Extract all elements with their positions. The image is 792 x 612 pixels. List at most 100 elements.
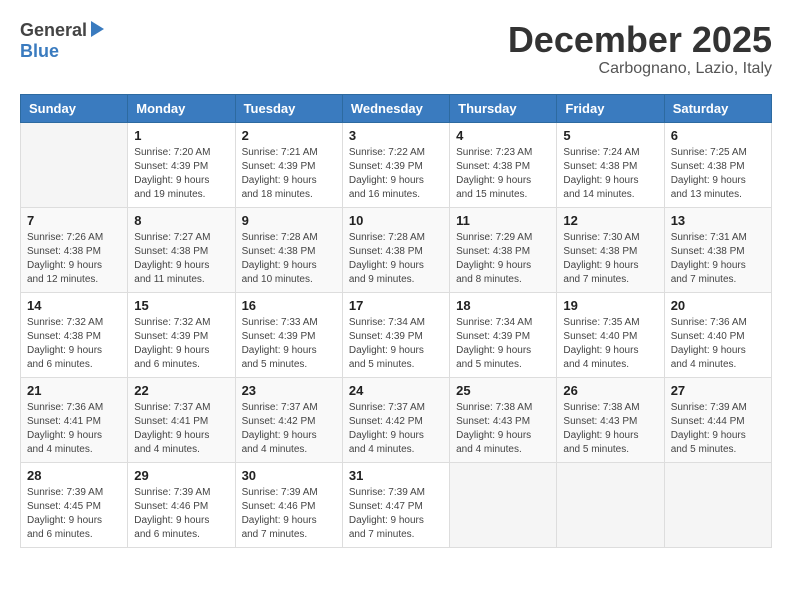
day-number: 10 bbox=[349, 213, 443, 228]
calendar-cell: 28 Sunrise: 7:39 AM Sunset: 4:45 PM Dayli… bbox=[21, 462, 128, 547]
col-friday: Friday bbox=[557, 94, 664, 122]
calendar-cell: 15Sunrise: 7:32 AM Sunset: 4:39 PM Dayli… bbox=[128, 292, 235, 377]
day-number: 30 bbox=[242, 468, 336, 483]
calendar-cell: 31 Sunrise: 7:39 AM Sunset: 4:47 PM Dayli… bbox=[342, 462, 449, 547]
day-number: 16 bbox=[242, 298, 336, 313]
day-info: Sunrise: 7:35 AM Sunset: 4:40 PM Dayligh… bbox=[563, 316, 657, 372]
calendar-cell bbox=[557, 462, 664, 547]
day-number: 15 bbox=[134, 298, 228, 313]
month-title: December 2025 bbox=[508, 20, 772, 60]
calendar-cell: 14 Sunrise: 7:32 AM Sunset: 4:38 PM Dayli… bbox=[21, 292, 128, 377]
day-info: Sunrise: 7:37 AM Sunset: 4:41 PM Dayligh… bbox=[134, 401, 228, 457]
day-number: 23 bbox=[242, 383, 336, 398]
day-info: Sunrise: 7:33 AM Sunset: 4:39 PM Dayligh… bbox=[242, 316, 336, 372]
calendar-cell bbox=[664, 462, 771, 547]
day-info: Sunrise: 7:28 AM Sunset: 4:38 PM Dayligh… bbox=[242, 231, 336, 287]
day-number: 28 bbox=[27, 468, 121, 483]
col-thursday: Thursday bbox=[450, 94, 557, 122]
day-number: 1 bbox=[134, 128, 228, 143]
calendar-cell: 16 Sunrise: 7:33 AM Sunset: 4:39 PM Dayli… bbox=[235, 292, 342, 377]
logo-general-text: General bbox=[20, 20, 87, 41]
day-info: Sunrise: 7:22 AM Sunset: 4:39 PM Dayligh… bbox=[349, 146, 443, 202]
calendar-cell: 20 Sunrise: 7:36 AM Sunset: 4:40 PM Dayli… bbox=[664, 292, 771, 377]
day-info: Sunrise: 7:32 AM Sunset: 4:38 PM Dayligh… bbox=[27, 316, 121, 372]
calendar-cell: 2 Sunrise: 7:21 AM Sunset: 4:39 PM Daylig… bbox=[235, 122, 342, 207]
day-number: 27 bbox=[671, 383, 765, 398]
day-info: Sunrise: 7:21 AM Sunset: 4:39 PM Dayligh… bbox=[242, 146, 336, 202]
day-info: Sunrise: 7:25 AM Sunset: 4:38 PM Dayligh… bbox=[671, 146, 765, 202]
calendar-cell: 3 Sunrise: 7:22 AM Sunset: 4:39 PM Daylig… bbox=[342, 122, 449, 207]
calendar-cell: 10 Sunrise: 7:28 AM Sunset: 4:38 PM Dayli… bbox=[342, 207, 449, 292]
day-number: 18 bbox=[456, 298, 550, 313]
day-number: 11 bbox=[456, 213, 550, 228]
calendar-cell: 23Sunrise: 7:37 AM Sunset: 4:42 PM Dayli… bbox=[235, 377, 342, 462]
col-tuesday: Tuesday bbox=[235, 94, 342, 122]
day-info: Sunrise: 7:31 AM Sunset: 4:38 PM Dayligh… bbox=[671, 231, 765, 287]
day-number: 20 bbox=[671, 298, 765, 313]
logo-blue-text: Blue bbox=[20, 41, 104, 62]
calendar-header-row: Sunday Monday Tuesday Wednesday Thursday… bbox=[21, 94, 772, 122]
calendar-cell: 12Sunrise: 7:30 AM Sunset: 4:38 PM Dayli… bbox=[557, 207, 664, 292]
day-info: Sunrise: 7:20 AM Sunset: 4:39 PM Dayligh… bbox=[134, 146, 228, 202]
day-info: Sunrise: 7:28 AM Sunset: 4:38 PM Dayligh… bbox=[349, 231, 443, 287]
day-info: Sunrise: 7:29 AM Sunset: 4:38 PM Dayligh… bbox=[456, 231, 550, 287]
day-info: Sunrise: 7:34 AM Sunset: 4:39 PM Dayligh… bbox=[349, 316, 443, 372]
calendar-cell: 26 Sunrise: 7:38 AM Sunset: 4:43 PM Dayli… bbox=[557, 377, 664, 462]
calendar-cell: 11 Sunrise: 7:29 AM Sunset: 4:38 PM Dayli… bbox=[450, 207, 557, 292]
day-number: 19 bbox=[563, 298, 657, 313]
title-section: December 2025 Carbognano, Lazio, Italy bbox=[508, 20, 772, 78]
day-number: 6 bbox=[671, 128, 765, 143]
calendar-cell: 19 Sunrise: 7:35 AM Sunset: 4:40 PM Dayli… bbox=[557, 292, 664, 377]
day-info: Sunrise: 7:39 AM Sunset: 4:46 PM Dayligh… bbox=[134, 486, 228, 542]
day-info: Sunrise: 7:23 AM Sunset: 4:38 PM Dayligh… bbox=[456, 146, 550, 202]
calendar-cell: 18 Sunrise: 7:34 AM Sunset: 4:39 PM Dayli… bbox=[450, 292, 557, 377]
calendar-cell bbox=[21, 122, 128, 207]
calendar-cell: 29 Sunrise: 7:39 AM Sunset: 4:46 PM Dayli… bbox=[128, 462, 235, 547]
day-info: Sunrise: 7:34 AM Sunset: 4:39 PM Dayligh… bbox=[456, 316, 550, 372]
day-info: Sunrise: 7:39 AM Sunset: 4:47 PM Dayligh… bbox=[349, 486, 443, 542]
calendar-cell: 27 Sunrise: 7:39 AM Sunset: 4:44 PM Dayli… bbox=[664, 377, 771, 462]
calendar-cell bbox=[450, 462, 557, 547]
day-number: 4 bbox=[456, 128, 550, 143]
day-number: 9 bbox=[242, 213, 336, 228]
calendar-cell: 13 Sunrise: 7:31 AM Sunset: 4:38 PM Dayli… bbox=[664, 207, 771, 292]
day-number: 29 bbox=[134, 468, 228, 483]
day-info: Sunrise: 7:38 AM Sunset: 4:43 PM Dayligh… bbox=[456, 401, 550, 457]
calendar-cell: 22 Sunrise: 7:37 AM Sunset: 4:41 PM Dayli… bbox=[128, 377, 235, 462]
calendar-cell: 25Sunrise: 7:38 AM Sunset: 4:43 PM Dayli… bbox=[450, 377, 557, 462]
day-number: 2 bbox=[242, 128, 336, 143]
day-number: 22 bbox=[134, 383, 228, 398]
calendar-cell: 17Sunrise: 7:34 AM Sunset: 4:39 PM Dayli… bbox=[342, 292, 449, 377]
day-info: Sunrise: 7:37 AM Sunset: 4:42 PM Dayligh… bbox=[349, 401, 443, 457]
calendar-cell: 1 Sunrise: 7:20 AM Sunset: 4:39 PM Daylig… bbox=[128, 122, 235, 207]
day-info: Sunrise: 7:24 AM Sunset: 4:38 PM Dayligh… bbox=[563, 146, 657, 202]
calendar-cell: 6 Sunrise: 7:25 AM Sunset: 4:38 PM Daylig… bbox=[664, 122, 771, 207]
day-number: 8 bbox=[134, 213, 228, 228]
logo: General Blue bbox=[20, 20, 104, 61]
calendar-cell: 5 Sunrise: 7:24 AM Sunset: 4:38 PM Daylig… bbox=[557, 122, 664, 207]
calendar-cell: 24Sunrise: 7:37 AM Sunset: 4:42 PM Dayli… bbox=[342, 377, 449, 462]
day-info: Sunrise: 7:30 AM Sunset: 4:38 PM Dayligh… bbox=[563, 231, 657, 287]
day-info: Sunrise: 7:39 AM Sunset: 4:44 PM Dayligh… bbox=[671, 401, 765, 457]
day-info: Sunrise: 7:38 AM Sunset: 4:43 PM Dayligh… bbox=[563, 401, 657, 457]
calendar-cell: 7Sunrise: 7:26 AM Sunset: 4:38 PM Daylig… bbox=[21, 207, 128, 292]
day-number: 21 bbox=[27, 383, 121, 398]
logo-arrow-icon bbox=[91, 21, 104, 37]
col-wednesday: Wednesday bbox=[342, 94, 449, 122]
col-sunday: Sunday bbox=[21, 94, 128, 122]
col-saturday: Saturday bbox=[664, 94, 771, 122]
day-number: 31 bbox=[349, 468, 443, 483]
day-number: 5 bbox=[563, 128, 657, 143]
day-info: Sunrise: 7:36 AM Sunset: 4:41 PM Dayligh… bbox=[27, 401, 121, 457]
day-info: Sunrise: 7:39 AM Sunset: 4:45 PM Dayligh… bbox=[27, 486, 121, 542]
calendar-week-row: 14 Sunrise: 7:32 AM Sunset: 4:38 PM Dayli… bbox=[21, 292, 772, 377]
day-info: Sunrise: 7:36 AM Sunset: 4:40 PM Dayligh… bbox=[671, 316, 765, 372]
calendar-cell: 21 Sunrise: 7:36 AM Sunset: 4:41 PM Dayli… bbox=[21, 377, 128, 462]
day-info: Sunrise: 7:27 AM Sunset: 4:38 PM Dayligh… bbox=[134, 231, 228, 287]
col-monday: Monday bbox=[128, 94, 235, 122]
day-number: 26 bbox=[563, 383, 657, 398]
calendar-week-row: 7Sunrise: 7:26 AM Sunset: 4:38 PM Daylig… bbox=[21, 207, 772, 292]
day-number: 3 bbox=[349, 128, 443, 143]
day-number: 14 bbox=[27, 298, 121, 313]
day-number: 13 bbox=[671, 213, 765, 228]
